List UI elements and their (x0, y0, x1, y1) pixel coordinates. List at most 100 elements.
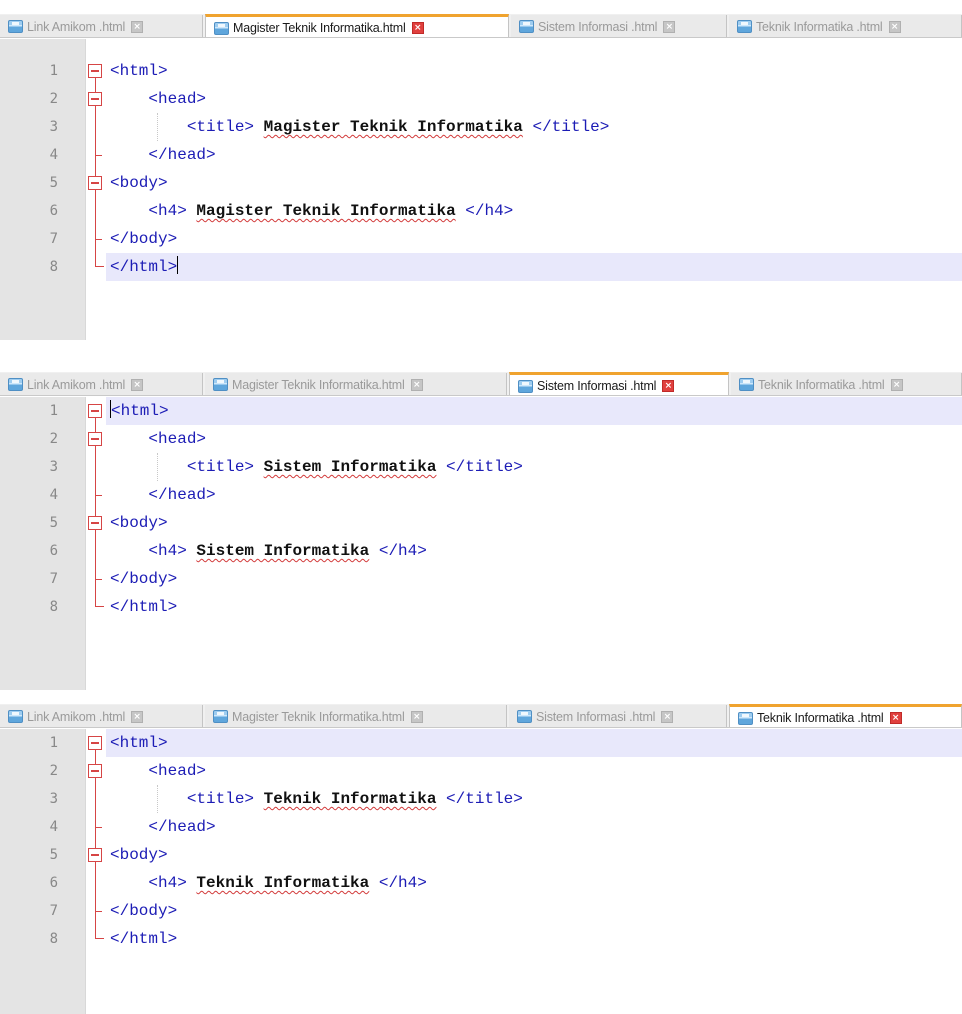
code-line-current[interactable]: 1 <html> (0, 397, 962, 425)
code-line[interactable]: 7 </body> (0, 897, 962, 925)
code-tag: </h4> (455, 202, 514, 220)
tab-magister-teknik-informatika[interactable]: Magister Teknik Informatika.html × (205, 705, 507, 727)
close-icon[interactable]: × (131, 20, 144, 33)
code-line[interactable]: 3 <title> Teknik Informatika </title> (0, 785, 962, 813)
indent-guide (157, 113, 158, 141)
close-icon[interactable]: × (410, 710, 423, 723)
tab-label: Link Amikom .html (27, 709, 126, 724)
close-icon[interactable]: × (410, 378, 423, 391)
code-line-current[interactable]: 8 </html> (0, 253, 962, 281)
code-line[interactable]: 2 <head> (0, 425, 962, 453)
indent-guide (157, 785, 158, 813)
tab-sistem-informasi[interactable]: Sistem Informasi .html × (511, 15, 727, 37)
tab-label: Magister Teknik Informatika.html (232, 709, 405, 724)
tab-bar: Link Amikom .html × Magister Teknik Info… (0, 704, 962, 728)
code-line[interactable]: 4 </head> (0, 141, 962, 169)
tab-magister-teknik-informatika[interactable]: Magister Teknik Informatika.html × (205, 14, 509, 37)
code-line[interactable]: 2 <head> (0, 85, 962, 113)
line-number: 5 (49, 175, 58, 191)
tab-magister-teknik-informatika[interactable]: Magister Teknik Informatika.html × (205, 373, 507, 395)
code-tag: <title> (110, 118, 264, 136)
fold-end-marker (95, 239, 102, 240)
code-text: <html> (110, 57, 168, 85)
close-icon[interactable]: × (889, 712, 902, 724)
code-tag: <html> (111, 402, 169, 420)
close-icon[interactable]: × (131, 378, 144, 391)
close-icon[interactable]: × (888, 20, 901, 33)
fold-collapse-icon[interactable] (88, 432, 102, 446)
code-tag: </head> (110, 818, 216, 836)
fold-collapse-icon[interactable] (88, 764, 102, 778)
tab-teknik-informatika[interactable]: Teknik Informatika .html × (729, 704, 962, 727)
code-tag: </head> (110, 486, 216, 504)
file-icon (8, 710, 23, 723)
code-line[interactable]: 7 </body> (0, 225, 962, 253)
line-number: 3 (49, 459, 58, 475)
code-line[interactable]: 5 <body> (0, 169, 962, 197)
code-line[interactable]: 1 <html> (0, 57, 962, 85)
code-text: </head> (110, 141, 216, 169)
close-icon[interactable]: × (663, 20, 676, 33)
code-line[interactable]: 6 <h4> Sistem Informatika </h4> (0, 537, 962, 565)
code-text: </body> (110, 565, 177, 593)
code-text: <body> (110, 169, 168, 197)
code-tag: </body> (110, 902, 178, 920)
code-tag: <head> (110, 90, 207, 108)
tab-link-amikom[interactable]: Link Amikom .html × (0, 705, 203, 727)
fold-end-marker (95, 599, 104, 607)
fold-collapse-icon[interactable] (88, 404, 102, 418)
code-line[interactable]: 5 <body> (0, 509, 962, 537)
tab-sistem-informasi[interactable]: Sistem Informasi .html × (509, 705, 727, 727)
code-line[interactable]: 3 <title> Magister Teknik Informatika </… (0, 113, 962, 141)
code-line[interactable]: 8 </html> (0, 925, 962, 953)
code-editor[interactable]: 1 <html> 2 <head> 3 <title> Sistem Infor… (0, 397, 962, 690)
fold-collapse-icon[interactable] (88, 736, 102, 750)
code-content: Teknik Informatika (263, 790, 437, 808)
code-text: </html> (110, 253, 179, 281)
code-line[interactable]: 8 </html> (0, 593, 962, 621)
code-text: <body> (110, 509, 168, 537)
tab-link-amikom[interactable]: Link Amikom .html × (0, 15, 203, 37)
fold-end-marker (95, 827, 102, 828)
tab-teknik-informatika[interactable]: Teknik Informatika .html × (729, 15, 962, 37)
tab-bar: Link Amikom .html × Magister Teknik Info… (0, 372, 962, 396)
close-icon[interactable]: × (662, 380, 675, 392)
code-editor[interactable]: 1 <html> 2 <head> 3 <title> Magister Tek… (0, 39, 962, 340)
code-line-current[interactable]: 1 <html> (0, 729, 962, 757)
line-number: 6 (49, 203, 58, 219)
code-content: Sistem Informatika (263, 458, 437, 476)
code-line[interactable]: 4 </head> (0, 813, 962, 841)
code-text: </head> (110, 481, 216, 509)
fold-collapse-icon[interactable] (88, 516, 102, 530)
tab-sistem-informasi[interactable]: Sistem Informasi .html × (509, 372, 729, 395)
close-icon[interactable]: × (411, 22, 424, 34)
code-editor[interactable]: 1 <html> 2 <head> 3 <title> Teknik Infor… (0, 729, 962, 1014)
fold-collapse-icon[interactable] (88, 848, 102, 862)
code-line[interactable]: 7 </body> (0, 565, 962, 593)
close-icon[interactable]: × (890, 378, 903, 391)
code-line[interactable]: 6 <h4> Magister Teknik Informatika </h4> (0, 197, 962, 225)
tab-label: Magister Teknik Informatika.html (232, 377, 405, 392)
code-line[interactable]: 5 <body> (0, 841, 962, 869)
fold-collapse-icon[interactable] (88, 64, 102, 78)
fold-collapse-icon[interactable] (88, 176, 102, 190)
code-text: <head> (110, 425, 206, 453)
code-tag: </body> (110, 230, 178, 248)
code-line[interactable]: 4 </head> (0, 481, 962, 509)
fold-collapse-icon[interactable] (88, 92, 102, 106)
code-tag: </head> (110, 146, 216, 164)
fold-end-marker (95, 259, 104, 267)
fold-end-marker (95, 931, 104, 939)
code-text: <html> (110, 397, 169, 425)
code-line[interactable]: 3 <title> Sistem Informatika </title> (0, 453, 962, 481)
tab-link-amikom[interactable]: Link Amikom .html × (0, 373, 203, 395)
file-icon (517, 710, 532, 723)
code-tag: </h4> (369, 542, 427, 560)
code-line[interactable]: 6 <h4> Teknik Informatika </h4> (0, 869, 962, 897)
tab-bar: Link Amikom .html × Magister Teknik Info… (0, 14, 962, 38)
tab-label: Teknik Informatika .html (757, 711, 884, 725)
close-icon[interactable]: × (131, 710, 144, 723)
tab-teknik-informatika[interactable]: Teknik Informatika .html × (731, 373, 962, 395)
close-icon[interactable]: × (661, 710, 674, 723)
code-line[interactable]: 2 <head> (0, 757, 962, 785)
